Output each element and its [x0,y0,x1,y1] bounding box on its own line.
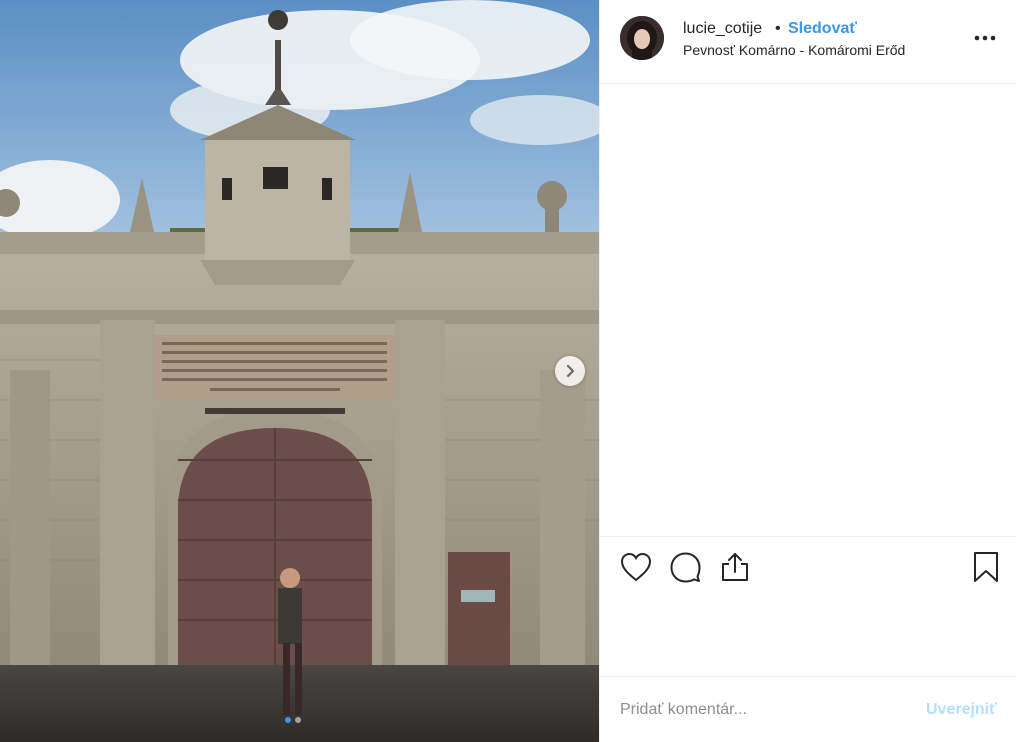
post-header: lucie_cotije • Sledovať Pevnosť Komárno … [600,0,1016,84]
carousel-next-button[interactable] [555,356,585,386]
location-link[interactable]: Pevnosť Komárno - Komáromi Erőd [683,42,905,58]
save-button[interactable] [968,549,1004,585]
follow-button[interactable]: Sledovať [788,20,857,38]
avatar-image [620,16,664,60]
bookmark-icon [974,552,998,582]
share-icon [722,553,748,581]
chevron-right-icon [566,364,575,378]
comment-button[interactable] [667,549,703,585]
carousel-dot [295,717,301,723]
carousel-dot [285,717,291,723]
share-button[interactable] [717,549,753,585]
more-options-button[interactable] [970,26,1000,50]
separator: • [775,20,781,37]
fortress-gate-image [0,0,599,742]
username[interactable]: lucie_cotije [683,20,762,38]
post-side-panel: lucie_cotije • Sledovať Pevnosť Komárno … [599,0,1016,742]
avatar[interactable] [620,16,664,60]
heart-icon [620,552,652,582]
post-actions [600,536,1016,596]
comment-input[interactable] [620,697,900,723]
post-comment-button[interactable]: Uverejniť [926,701,997,719]
comment-icon [670,552,701,583]
like-button[interactable] [618,549,654,585]
carousel-indicator [285,717,301,723]
more-options-icon [974,35,996,41]
post-photo[interactable] [0,0,599,742]
comment-bar: Uverejniť [600,676,1016,742]
